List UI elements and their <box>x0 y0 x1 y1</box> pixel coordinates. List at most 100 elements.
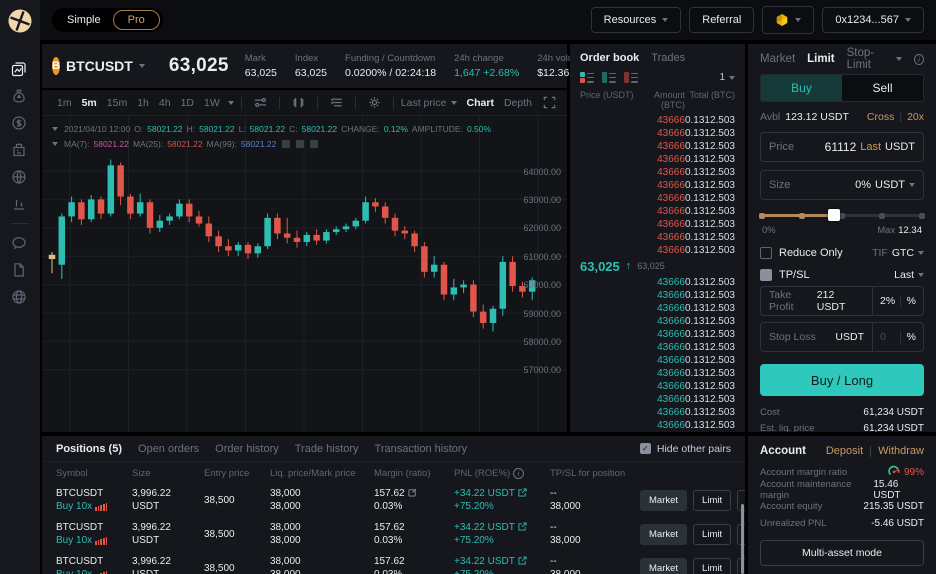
ask-row[interactable]: 436660.1312.503 <box>570 244 745 257</box>
ma-visibility-icon[interactable] <box>282 140 290 148</box>
tab-limit[interactable]: Limit <box>807 53 834 65</box>
chart-style-icon[interactable] <box>291 95 306 110</box>
bid-row[interactable]: 436660.1312.503 <box>570 315 745 328</box>
bid-row[interactable]: 436660.1312.503 <box>570 419 745 432</box>
interval-1m[interactable]: 1m <box>52 97 77 109</box>
reduce-only-checkbox[interactable] <box>760 247 772 259</box>
tab-trade-history[interactable]: Trade history <box>295 443 359 455</box>
interval-1D[interactable]: 1D <box>176 97 199 109</box>
sidebar-item-trade-icon[interactable] <box>11 61 27 77</box>
ask-row[interactable]: 436660.1312.503 <box>570 192 745 205</box>
token-menu-button[interactable] <box>762 6 814 34</box>
book-view-bids-icon[interactable] <box>602 72 616 84</box>
mode-pro-button[interactable]: Pro <box>113 10 160 30</box>
mode-simple-button[interactable]: Simple <box>55 10 113 30</box>
size-slider[interactable] <box>762 208 922 222</box>
grouping-select[interactable]: 1 <box>719 72 735 83</box>
ask-row[interactable]: 436660.1312.503 <box>570 140 745 153</box>
stop-loss-percent-input[interactable]: 0 % <box>872 322 924 352</box>
sidebar-item-network-icon[interactable] <box>11 169 27 185</box>
candlestick-chart[interactable]: 2021/04/10 12:00 O:58021.22 H:58021.22 L… <box>42 116 567 432</box>
symbol-selector-chevron-icon[interactable] <box>139 64 145 68</box>
interval-4h[interactable]: 4h <box>154 97 176 109</box>
bid-row[interactable]: 436660.1312.503 <box>570 367 745 380</box>
bid-row[interactable]: 436660.1312.503 <box>570 406 745 419</box>
leverage-button[interactable]: 20x <box>907 111 924 123</box>
slider-mark[interactable] <box>879 213 885 219</box>
margin-mode-button[interactable]: Cross <box>867 111 894 123</box>
market-close-button[interactable]: Market <box>640 490 687 511</box>
resources-button[interactable]: Resources <box>591 7 682 33</box>
ask-row[interactable]: 436660.1312.503 <box>570 179 745 192</box>
tab-trades[interactable]: Trades <box>651 52 685 64</box>
ask-row[interactable]: 436660.1312.503 <box>570 153 745 166</box>
tpsl-checkbox[interactable] <box>760 269 772 281</box>
book-view-asks-icon[interactable] <box>624 72 638 84</box>
interval-more-chevron-icon[interactable] <box>228 101 234 105</box>
market-close-button[interactable]: Market <box>640 558 687 574</box>
bid-row[interactable]: 436660.1312.503 <box>570 276 745 289</box>
buy-tab[interactable]: Buy <box>761 75 842 101</box>
tab-positions-5-[interactable]: Positions (5) <box>56 443 122 455</box>
sidebar-item-chat-icon[interactable] <box>11 235 27 251</box>
take-profit-input[interactable]: Take Profit 212 USDT <box>760 286 872 316</box>
use-last-price-button[interactable]: Last <box>860 141 881 153</box>
sidebar-item-language-icon[interactable] <box>11 289 27 305</box>
tab-order-history[interactable]: Order history <box>215 443 279 455</box>
tab-chart[interactable]: Chart <box>467 97 494 109</box>
slider-thumb[interactable] <box>828 209 840 221</box>
price-source-select[interactable]: Last price <box>401 97 458 109</box>
tab-market[interactable]: Market <box>760 53 795 65</box>
tab-transaction-history[interactable]: Transaction history <box>375 443 468 455</box>
tab-stop-limit[interactable]: Stop-Limit <box>847 47 902 71</box>
slider-mark[interactable] <box>919 213 925 219</box>
sidebar-item-institution-icon[interactable] <box>11 142 27 158</box>
collapse-triangle-icon[interactable] <box>52 142 58 146</box>
bid-row[interactable]: 436660.1312.503 <box>570 341 745 354</box>
bid-row[interactable]: 436660.1312.503 <box>570 289 745 302</box>
slider-mark[interactable] <box>799 213 805 219</box>
tab-depth[interactable]: Depth <box>504 97 532 109</box>
sidebar-item-finance-icon[interactable] <box>11 115 27 131</box>
indicators-icon[interactable] <box>329 95 344 110</box>
trigger-price-select[interactable]: Last <box>894 269 924 281</box>
ask-row[interactable]: 436660.1312.503 <box>570 114 745 127</box>
hide-other-pairs-checkbox[interactable]: ✓ <box>640 443 651 454</box>
book-view-both-icon[interactable] <box>580 72 594 84</box>
pnl-info-icon[interactable]: i <box>513 468 524 479</box>
size-input[interactable]: Size 0% USDT <box>760 170 924 200</box>
bid-row[interactable]: 436660.1312.503 <box>570 328 745 341</box>
interval-15m[interactable]: 15m <box>102 97 132 109</box>
orderbook-mid-price[interactable]: 63,025 ↑ 63,025 <box>570 257 745 276</box>
stop-loss-input[interactable]: Stop Loss USDT <box>760 322 872 352</box>
interval-1h[interactable]: 1h <box>132 97 154 109</box>
referral-button[interactable]: Referral <box>689 7 754 33</box>
tab-open-orders[interactable]: Open orders <box>138 443 199 455</box>
ma-close-icon[interactable] <box>310 140 318 148</box>
vertical-scrollbar[interactable] <box>741 504 744 574</box>
compare-icon[interactable] <box>253 95 268 110</box>
buy-long-button[interactable]: Buy / Long <box>760 364 924 396</box>
bid-row[interactable]: 436660.1312.503 <box>570 380 745 393</box>
ask-row[interactable]: 436660.1312.503 <box>570 205 745 218</box>
tif-select[interactable]: TIF GTC <box>872 247 924 259</box>
ask-row[interactable]: 436660.1312.503 <box>570 127 745 140</box>
order-type-info-icon[interactable]: i <box>914 54 924 65</box>
sidebar-item-earn-icon[interactable] <box>11 88 27 104</box>
wallet-address-button[interactable]: 0x1234...567 <box>822 7 924 33</box>
slider-mark[interactable] <box>759 213 765 219</box>
deposit-link[interactable]: Deposit <box>826 445 863 457</box>
market-close-button[interactable]: Market <box>640 524 687 545</box>
app-logo-icon[interactable] <box>7 8 33 34</box>
bid-row[interactable]: 436660.1312.503 <box>570 393 745 406</box>
bid-row[interactable]: 436660.1312.503 <box>570 354 745 367</box>
ma-settings-icon[interactable] <box>296 140 304 148</box>
collapse-triangle-icon[interactable] <box>52 127 58 131</box>
interval-1W[interactable]: 1W <box>199 97 225 109</box>
take-profit-percent-input[interactable]: 2% % <box>872 286 924 316</box>
fullscreen-icon[interactable] <box>542 95 557 110</box>
price-input[interactable]: Price 61112 Last USDT <box>760 132 924 162</box>
sidebar-item-data-icon[interactable] <box>11 196 27 212</box>
multi-asset-mode-button[interactable]: Multi-asset mode <box>760 540 924 566</box>
ask-row[interactable]: 436660.1312.503 <box>570 218 745 231</box>
